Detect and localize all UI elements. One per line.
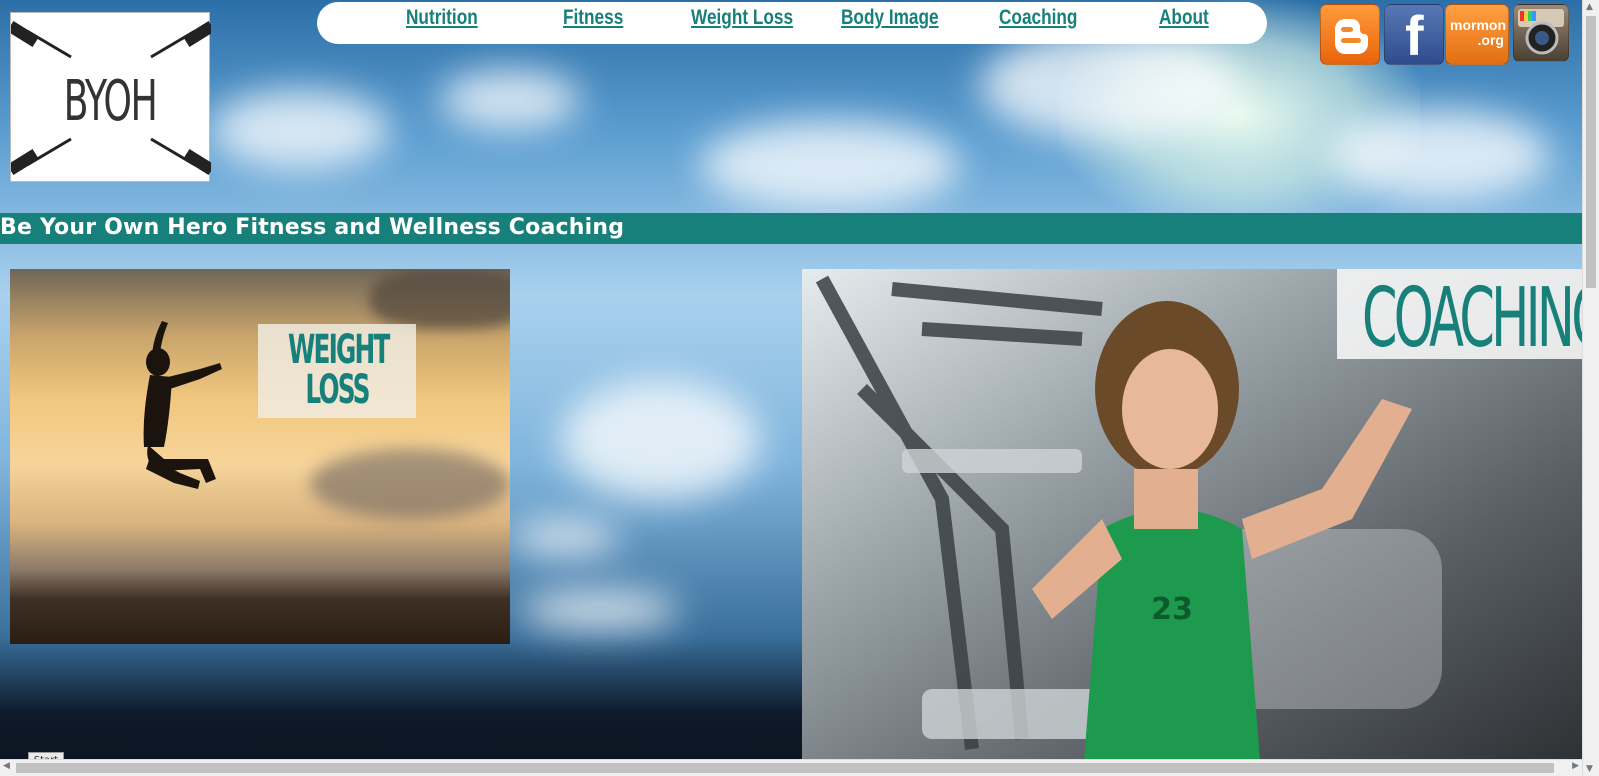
scroll-right-arrow-icon[interactable]: ▶ [1572, 761, 1579, 771]
coaching-label-box: COACHING [1337, 269, 1582, 366]
tagline-text: Be Your Own Hero Fitness and Wellness Co… [0, 215, 625, 240]
nav-body-image[interactable]: Body Image [841, 6, 939, 30]
cloud [510, 520, 620, 555]
weight-loss-label: WEIGHT LOSS [258, 324, 416, 418]
facebook-icon: f [1405, 4, 1424, 67]
nav-weight-loss[interactable]: Weight Loss [691, 6, 793, 30]
nav-fitness[interactable]: Fitness [563, 6, 623, 30]
vertical-scrollbar[interactable]: ▲ ▼ [1582, 0, 1599, 776]
card-clouds [310, 449, 510, 519]
mormon-domain-label: .org [1477, 32, 1504, 48]
nav-about[interactable]: About [1159, 6, 1209, 30]
mormon-label: mormon [1450, 17, 1506, 33]
cloud [520, 590, 680, 630]
weight-loss-card[interactable]: WEIGHT LOSS [10, 269, 510, 644]
tagline-banner: Be Your Own Hero Fitness and Wellness Co… [0, 213, 1582, 244]
vertical-scroll-thumb[interactable] [1586, 16, 1596, 288]
cloud [440, 70, 580, 130]
mormon-org-icon: mormon .org [1450, 17, 1506, 48]
instagram-link[interactable] [1513, 4, 1569, 62]
horizontal-scrollbar[interactable]: ◀ ▶ [0, 759, 1582, 776]
facebook-link[interactable]: f [1384, 4, 1444, 65]
horizontal-scroll-thumb[interactable] [16, 763, 1554, 773]
card-clouds [370, 269, 510, 329]
nav-nutrition[interactable]: Nutrition [406, 6, 478, 30]
mormon-org-link[interactable]: mormon .org [1445, 4, 1509, 65]
weight-loss-line2: LOSS [305, 367, 370, 413]
scroll-up-arrow-icon[interactable]: ▲ [1586, 2, 1593, 12]
main-nav: Nutrition Fitness Weight Loss Body Image… [317, 2, 1267, 44]
scroll-down-arrow-icon[interactable]: ▼ [1586, 764, 1593, 774]
cloud [1330, 110, 1550, 200]
coaching-card[interactable]: 23 COACHING [802, 269, 1582, 760]
cloud [980, 30, 1240, 140]
cloud [560, 380, 760, 500]
site-logo[interactable]: BYOH [10, 12, 211, 182]
nav-coaching[interactable]: Coaching [999, 6, 1077, 30]
cloud [210, 90, 390, 170]
scroll-left-arrow-icon[interactable]: ◀ [3, 761, 10, 771]
blogger-link[interactable] [1320, 4, 1380, 65]
logo-text: BYOH [63, 69, 158, 134]
coaching-label: COACHING [1362, 271, 1582, 366]
weight-loss-line1: WEIGHT [288, 327, 390, 373]
jumper-silhouette [143, 321, 222, 489]
svg-text:23: 23 [1151, 592, 1193, 627]
blogger-icon [1335, 19, 1368, 54]
instagram-icon [1518, 9, 1564, 55]
cloud [700, 120, 960, 210]
